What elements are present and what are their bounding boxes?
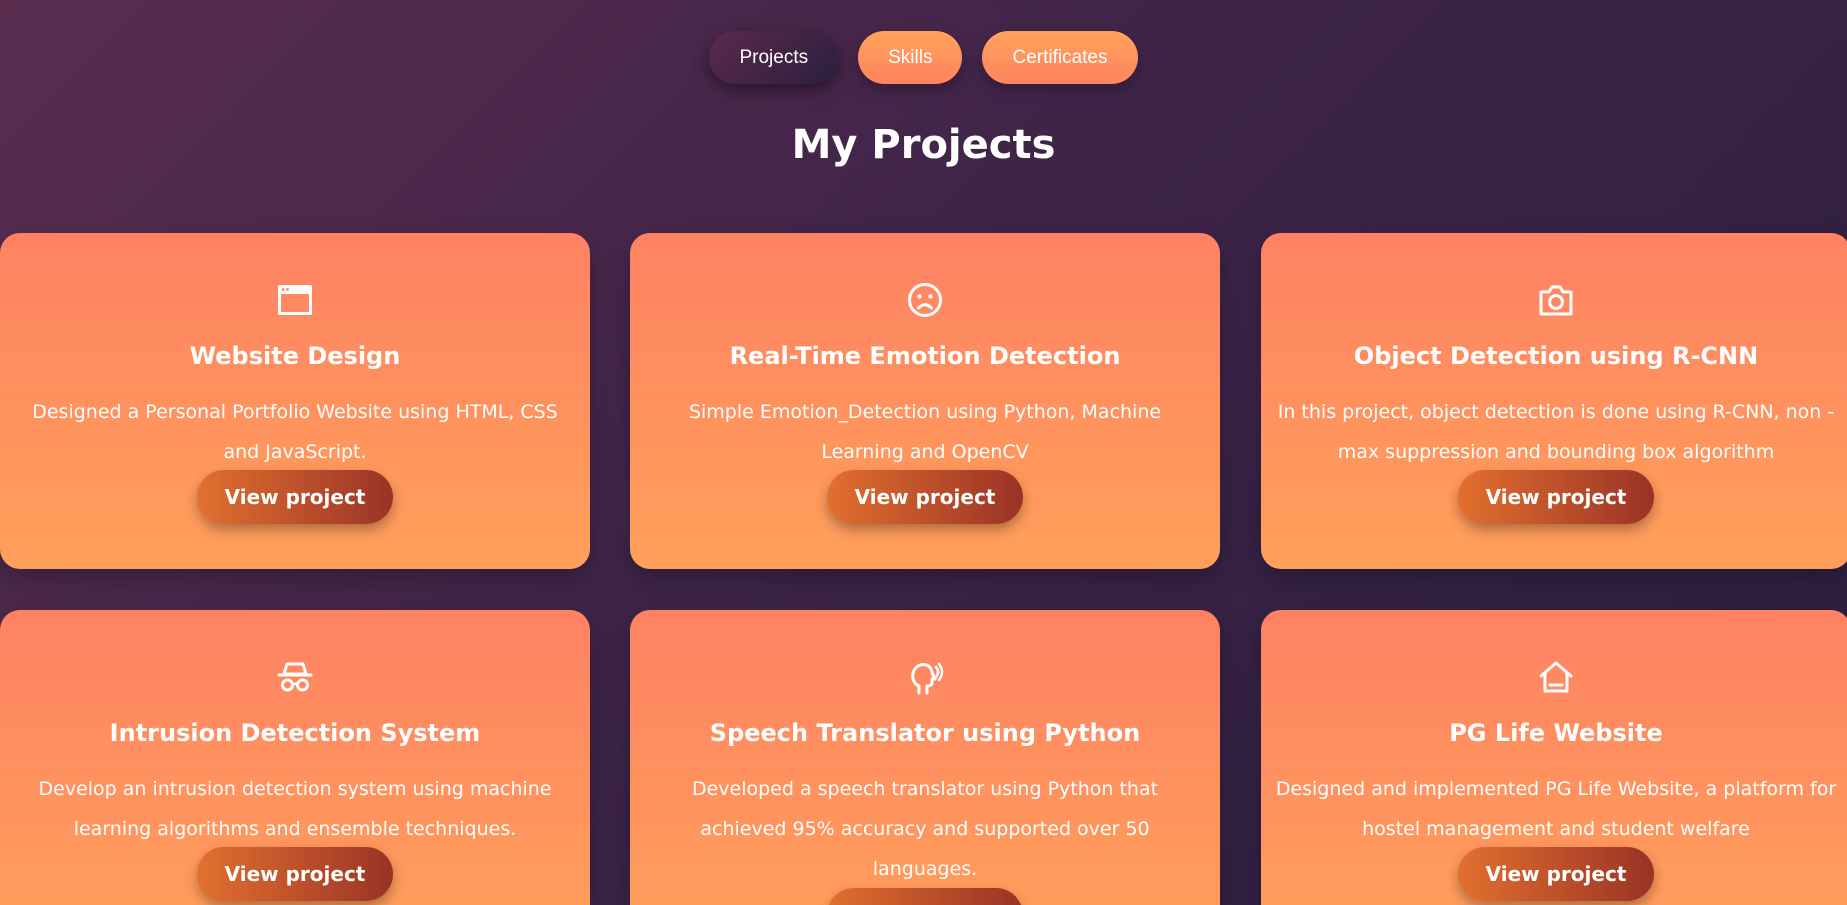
view-project-button[interactable]: View project (827, 888, 1023, 905)
project-title: Intrusion Detection System (109, 719, 481, 747)
speaking-head-icon (630, 658, 1220, 696)
project-title: Object Detection using R-CNN (1353, 342, 1759, 370)
project-card-website-design: Website Design Designed a Personal Portf… (0, 233, 590, 569)
project-description: Simple Emotion_Detection using Python, M… (688, 401, 1162, 463)
project-card-intrusion-detection: Intrusion Detection System Develop an in… (0, 610, 590, 905)
view-project-button[interactable]: View project (197, 847, 393, 901)
project-title: Website Design (189, 342, 401, 370)
project-title: Speech Translator using Python (709, 719, 1141, 747)
view-project-button[interactable]: View project (1458, 470, 1654, 524)
camera-icon (1261, 281, 1847, 319)
page-title: My Projects (791, 122, 1056, 168)
home-icon (1261, 658, 1847, 696)
project-description: Designed and implemented PG Life Website… (1275, 778, 1837, 840)
project-title: Real-Time Emotion Detection (729, 342, 1121, 370)
project-card-speech-translator: Speech Translator using Python Developed… (630, 610, 1220, 905)
project-description: Developed a speech translator using Pyth… (691, 778, 1159, 880)
project-description: In this project, object detection is don… (1277, 401, 1835, 463)
sad-face-icon (630, 281, 1220, 319)
project-title: PG Life Website (1449, 719, 1663, 747)
project-description: Develop an intrusion detection system us… (38, 778, 552, 840)
view-project-button[interactable]: View project (827, 470, 1023, 524)
tab-projects[interactable]: Projects (709, 31, 839, 84)
view-project-button[interactable]: View project (1458, 847, 1654, 901)
view-project-button[interactable]: View project (197, 470, 393, 524)
project-card-object-detection: Object Detection using R-CNN In this pro… (1261, 233, 1847, 569)
project-description: Designed a Personal Portfolio Website us… (32, 401, 558, 463)
tab-skills[interactable]: Skills (858, 31, 963, 84)
browser-window-icon (0, 281, 590, 319)
project-card-pg-life: PG Life Website Designed and implemented… (1261, 610, 1847, 905)
incognito-spy-icon (0, 658, 590, 696)
project-card-emotion-detection: Real-Time Emotion Detection Simple Emoti… (630, 233, 1220, 569)
section-tabs: Projects Skills Certificates (0, 31, 1847, 84)
tab-certificates[interactable]: Certificates (982, 31, 1138, 84)
